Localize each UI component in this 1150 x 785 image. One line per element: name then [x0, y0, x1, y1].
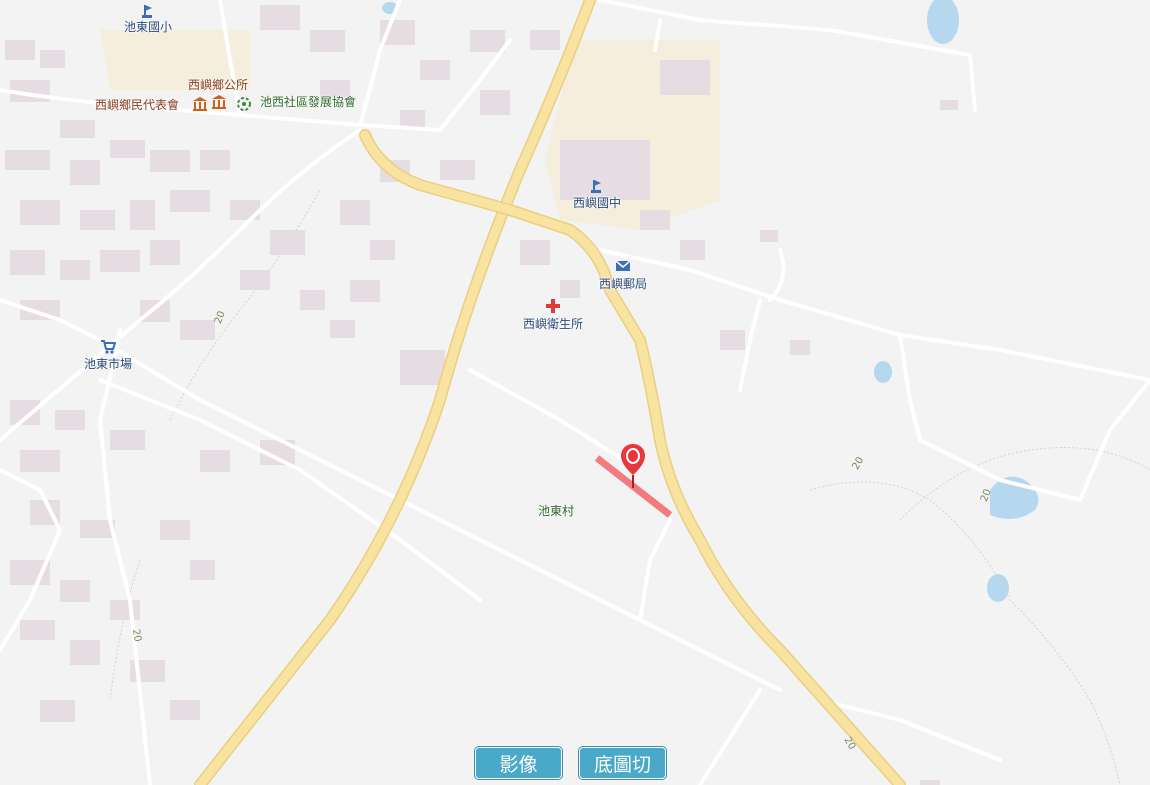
poi-label-health-center: 西嶼衛生所: [522, 317, 584, 331]
poi-label-community-association: 池西社區發展協會: [260, 95, 357, 109]
pond: [927, 0, 959, 44]
road-number-label: 20: [129, 628, 143, 643]
poi-label-market: 池東市場: [83, 357, 133, 371]
image-layer-button[interactable]: 影像: [475, 747, 562, 779]
poi-label-junior-high: 西嶼國中: [572, 196, 622, 210]
poi-label-township-office: 西嶼鄉公所: [187, 78, 249, 92]
map-canvas[interactable]: 20 20 20 20 20 池東國小 西嶼鄉公所 西嶼鄉民代表會 池西社區發展…: [0, 0, 1150, 785]
post-office-envelope-icon[interactable]: [615, 258, 631, 274]
pond: [874, 361, 892, 383]
school-flag-icon[interactable]: [589, 178, 605, 194]
location-marker-icon[interactable]: [620, 443, 646, 489]
basemap-switch-button[interactable]: 底圖切換: [579, 747, 666, 779]
medical-cross-icon[interactable]: [545, 298, 561, 314]
shopping-cart-icon[interactable]: [100, 339, 116, 355]
poi-label-elementary-school: 池東國小: [123, 20, 173, 34]
school-flag-icon[interactable]: [140, 3, 156, 19]
poi-label-post-office: 西嶼郵局: [598, 277, 648, 291]
government-building-icon[interactable]: [211, 94, 227, 110]
government-building-icon[interactable]: [192, 96, 208, 112]
poi-label-council: 西嶼鄉民代表會: [95, 98, 180, 112]
map-base-layer: [0, 0, 1150, 785]
village-label: 池東村: [537, 504, 575, 518]
community-icon[interactable]: [236, 96, 252, 112]
